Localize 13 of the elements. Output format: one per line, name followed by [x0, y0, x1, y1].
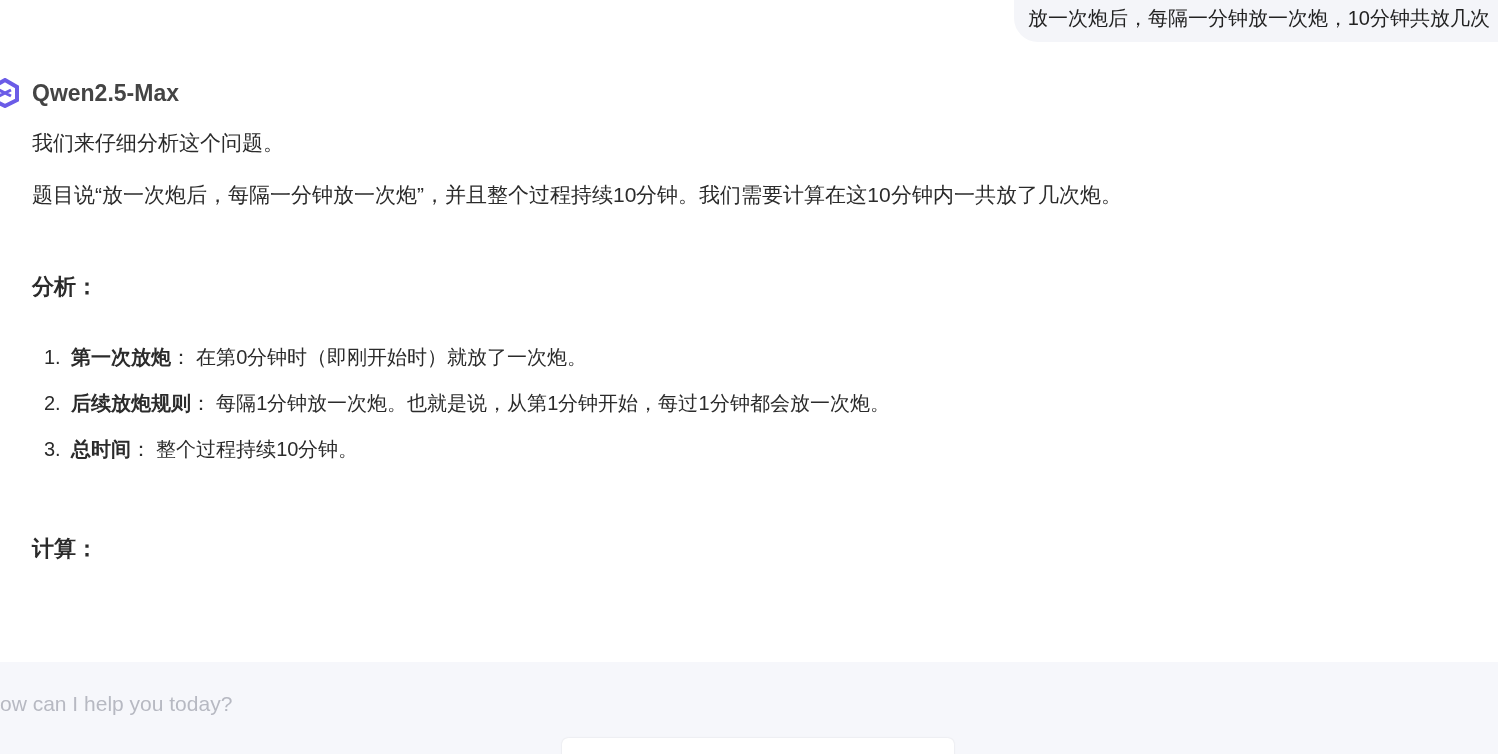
message-input[interactable]: ow can I help you today? [0, 692, 600, 716]
section-heading: 计算： [32, 535, 99, 563]
section-heading: 分析： [32, 273, 99, 301]
list-number: 1. [44, 345, 61, 370]
list-item-text: 第一次放炮： 在第0分钟时（即刚开始时）就放了一次炮。 [70, 345, 588, 370]
model-name: Qwen2.5-Max [32, 79, 179, 107]
message-text: 放一次炮后，每隔一分钟放一次炮，10分钟共放几次 [1027, 6, 1490, 31]
list-item-text: 后续放炮规则： 每隔1分钟放一次炮。也就是说，从第1分钟开始，每过1分钟都会放一次炮。 [70, 391, 890, 416]
list-item-text: 总时间： 整个过程持续10分钟。 [70, 437, 359, 462]
paragraph: 题目说“放一次炮后，每隔一分钟放一次炮”，并且整个过程持续10分钟。我们需要计算在这10分钟内一共放了几次炮。 [32, 182, 1123, 208]
list-number: 3. [44, 437, 61, 462]
paragraph: 我们来仔细分析这个问题。 [32, 130, 285, 156]
list-number: 2. [44, 391, 61, 416]
